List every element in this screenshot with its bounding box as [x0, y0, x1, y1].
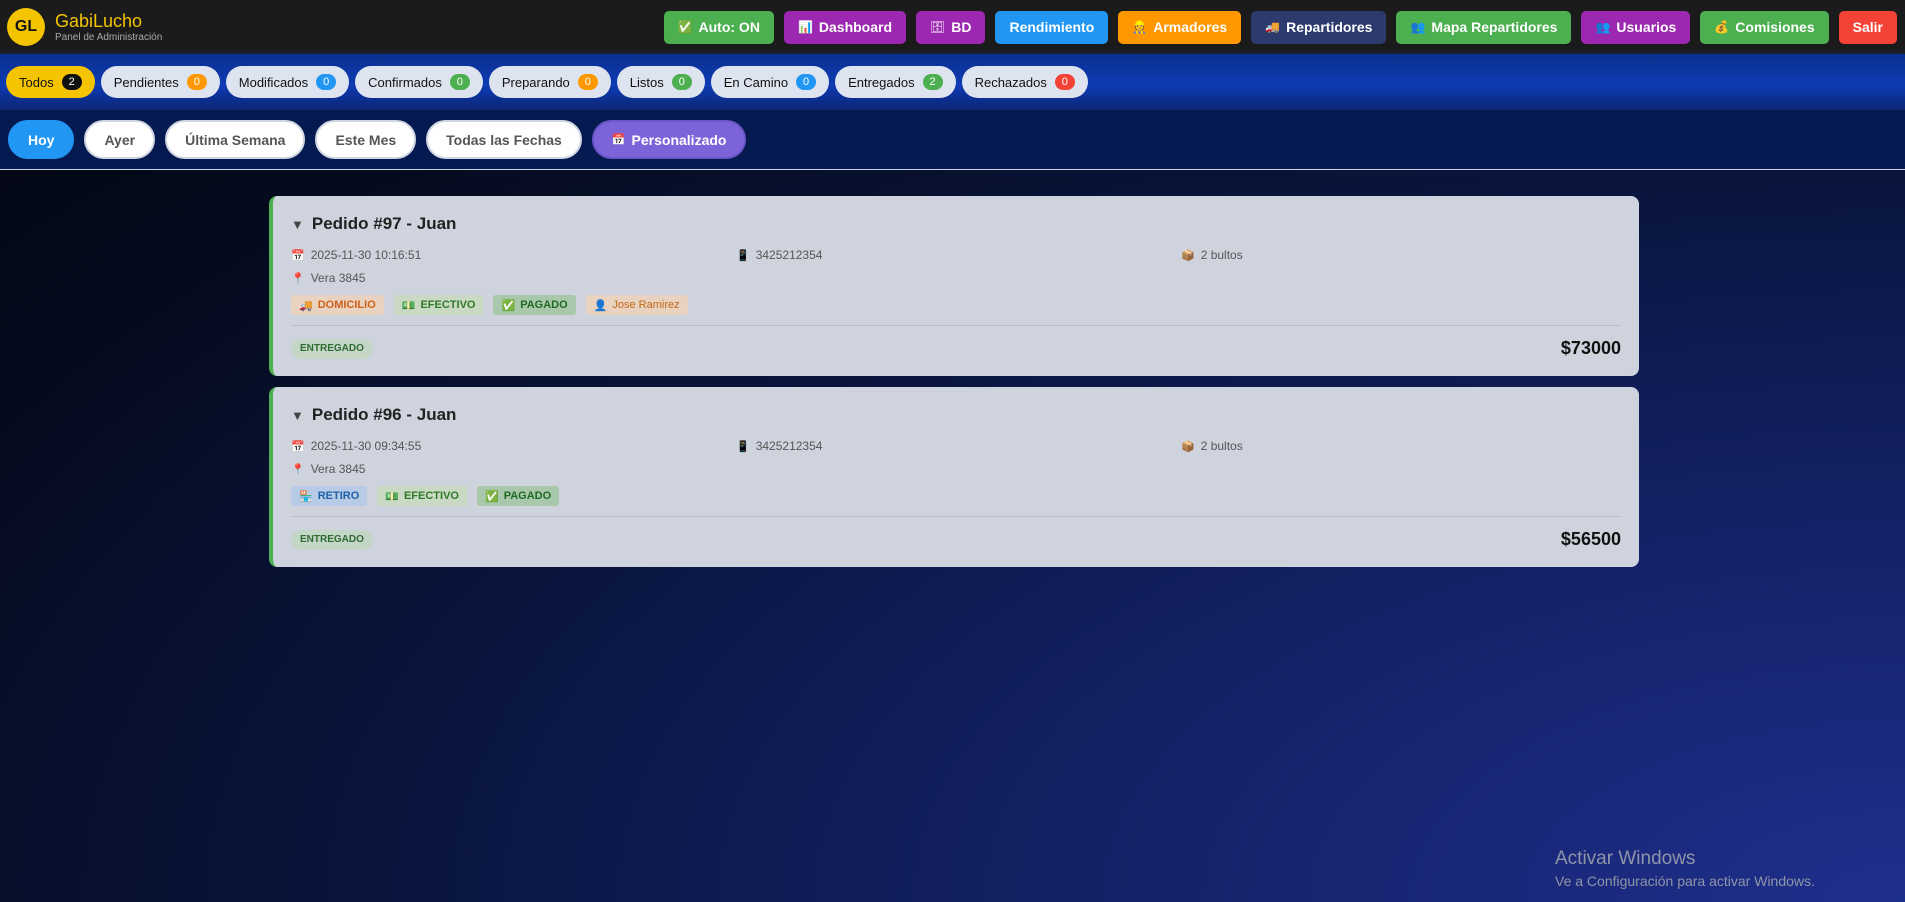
- order-datetime: 2025-11-30 10:16:51: [310, 248, 422, 262]
- order-address: Vera 3845: [310, 271, 366, 285]
- database-button[interactable]: 🗄 BD: [916, 10, 986, 44]
- truck-icon: 🚚: [299, 299, 313, 312]
- dashboard-button[interactable]: 📊 Dashboard: [783, 10, 907, 44]
- brand: GL GabiLucho Panel de Administración: [7, 8, 162, 46]
- count-badge: 0: [186, 74, 207, 90]
- truck-icon: 🚚: [1265, 20, 1281, 34]
- windows-activation-watermark: Activar Windows Ve a Configuración para …: [1555, 848, 1815, 889]
- delivery-type-tag: 🏪 RETIRO: [291, 486, 368, 506]
- check-icon: ✅: [484, 490, 499, 503]
- date-custom-button[interactable]: 📅 Personalizado: [591, 120, 747, 159]
- status-badge: ENTREGADO: [291, 338, 373, 359]
- order-title: Pedido #97 - Juan: [311, 214, 457, 233]
- payment-method-tag: 💵 EFECTIVO: [393, 295, 484, 315]
- expand-triangle-icon[interactable]: ▼: [291, 217, 304, 232]
- pin-icon: 📍: [291, 272, 305, 285]
- check-icon: ✅: [677, 20, 693, 34]
- order-datetime: 2025-11-30 09:34:55: [310, 439, 422, 453]
- count-badge: 0: [316, 74, 337, 90]
- order-address: Vera 3845: [310, 462, 366, 476]
- performance-button[interactable]: Rendimiento: [995, 10, 1109, 44]
- order-total: $73000: [1560, 338, 1621, 358]
- status-filter-bar: Todos 2 Pendientes 0 Modificados 0 Confirma…: [0, 54, 1905, 110]
- date-last-week-button[interactable]: Última Semana: [165, 120, 306, 159]
- count-badge: 0: [1054, 74, 1075, 90]
- courier-map-button[interactable]: 👥 Mapa Repartidores: [1396, 10, 1572, 44]
- filter-listos[interactable]: Listos 0: [616, 66, 705, 98]
- users-button[interactable]: 👥 Usuarios: [1581, 10, 1691, 44]
- payment-method-tag: 💵 EFECTIVO: [377, 486, 467, 506]
- package-icon: 📦: [1181, 249, 1195, 262]
- phone-icon: 📱: [736, 249, 750, 262]
- date-yesterday-button[interactable]: Ayer: [84, 120, 156, 159]
- chart-icon: 📊: [797, 20, 813, 34]
- calendar-icon: 📅: [611, 134, 626, 146]
- worker-icon: 👷: [1132, 20, 1148, 34]
- date-filter-bar: Hoy Ayer Última Semana Este Mes Todas la…: [0, 110, 1905, 170]
- date-this-month-button[interactable]: Este Mes: [315, 120, 417, 159]
- count-badge: 0: [671, 74, 692, 90]
- payment-status-tag: ✅ PAGADO: [493, 295, 576, 315]
- cash-icon: 💵: [401, 299, 416, 312]
- packers-button[interactable]: 👷 Armadores: [1118, 10, 1242, 44]
- logout-button[interactable]: Salir: [1838, 10, 1897, 44]
- divider: [291, 325, 1621, 326]
- commissions-button[interactable]: 💰 Comisiones: [1700, 10, 1829, 44]
- count-badge: 0: [577, 74, 598, 90]
- calendar-icon: 📅: [291, 249, 305, 262]
- filter-todos[interactable]: Todos 2: [6, 66, 95, 98]
- filter-modificados[interactable]: Modificados 0: [225, 66, 350, 98]
- top-header: GL GabiLucho Panel de Administración ✅ Au…: [0, 0, 1905, 54]
- person-icon: 👤: [593, 299, 608, 312]
- divider: [291, 516, 1621, 517]
- count-badge: 2: [922, 74, 943, 90]
- pin-icon: 📍: [291, 463, 305, 476]
- calendar-icon: 📅: [291, 440, 305, 453]
- count-badge: 0: [449, 74, 470, 90]
- filter-entregados[interactable]: Entregados 2: [835, 66, 956, 98]
- database-icon: 🗄: [930, 20, 946, 34]
- couriers-button[interactable]: 🚚 Repartidores: [1251, 10, 1387, 44]
- filter-pendientes[interactable]: Pendientes 0: [100, 66, 220, 98]
- status-badge: ENTREGADO: [291, 529, 373, 550]
- order-packages: 2 bultos: [1200, 248, 1243, 262]
- store-icon: 🏪: [299, 490, 313, 503]
- filter-en-camino[interactable]: En Camino 0: [710, 66, 830, 98]
- cash-icon: 💵: [385, 490, 399, 503]
- filter-preparando[interactable]: Preparando 0: [488, 66, 611, 98]
- brand-logo: GL: [7, 8, 45, 46]
- package-icon: 📦: [1181, 440, 1195, 453]
- brand-name: GabiLucho: [55, 10, 143, 31]
- filter-rechazados[interactable]: Rechazados 0: [961, 66, 1088, 98]
- money-bag-icon: 💰: [1714, 20, 1730, 34]
- auto-toggle-button[interactable]: ✅ Auto: ON: [663, 10, 774, 44]
- count-badge: 2: [61, 74, 82, 90]
- filter-confirmados[interactable]: Confirmados 0: [355, 66, 483, 98]
- order-card[interactable]: ▼ Pedido #96 - Juan 📅 2025-11-30 09:34:55…: [269, 387, 1639, 567]
- check-icon: ✅: [501, 299, 516, 312]
- date-all-button[interactable]: Todas las Fechas: [426, 120, 582, 159]
- order-card[interactable]: ▼ Pedido #97 - Juan 📅 2025-11-30 10:16:51…: [269, 196, 1639, 376]
- order-phone: 3425212354: [755, 439, 823, 453]
- users-icon: 👥: [1595, 20, 1611, 34]
- expand-triangle-icon[interactable]: ▼: [291, 408, 304, 423]
- main-nav: ✅ Auto: ON 📊 Dashboard 🗄 BD Rendimiento 👷 Ar…: [663, 10, 1897, 44]
- users-icon: 👥: [1410, 20, 1426, 34]
- payment-status-tag: ✅ PAGADO: [476, 486, 560, 506]
- courier-tag: 👤 Jose Ramirez: [585, 295, 688, 315]
- order-packages: 2 bultos: [1200, 439, 1243, 453]
- order-title: Pedido #96 - Juan: [311, 405, 457, 424]
- brand-subtitle: Panel de Administración: [55, 31, 163, 43]
- orders-list: ▼ Pedido #97 - Juan 📅 2025-11-30 10:16:51…: [269, 196, 1639, 578]
- order-phone: 3425212354: [755, 248, 823, 262]
- count-badge: 0: [796, 74, 817, 90]
- delivery-type-tag: 🚚 DOMICILIO: [291, 295, 384, 315]
- date-today-button[interactable]: Hoy: [8, 120, 75, 159]
- phone-icon: 📱: [736, 440, 750, 453]
- order-total: $56500: [1560, 529, 1621, 549]
